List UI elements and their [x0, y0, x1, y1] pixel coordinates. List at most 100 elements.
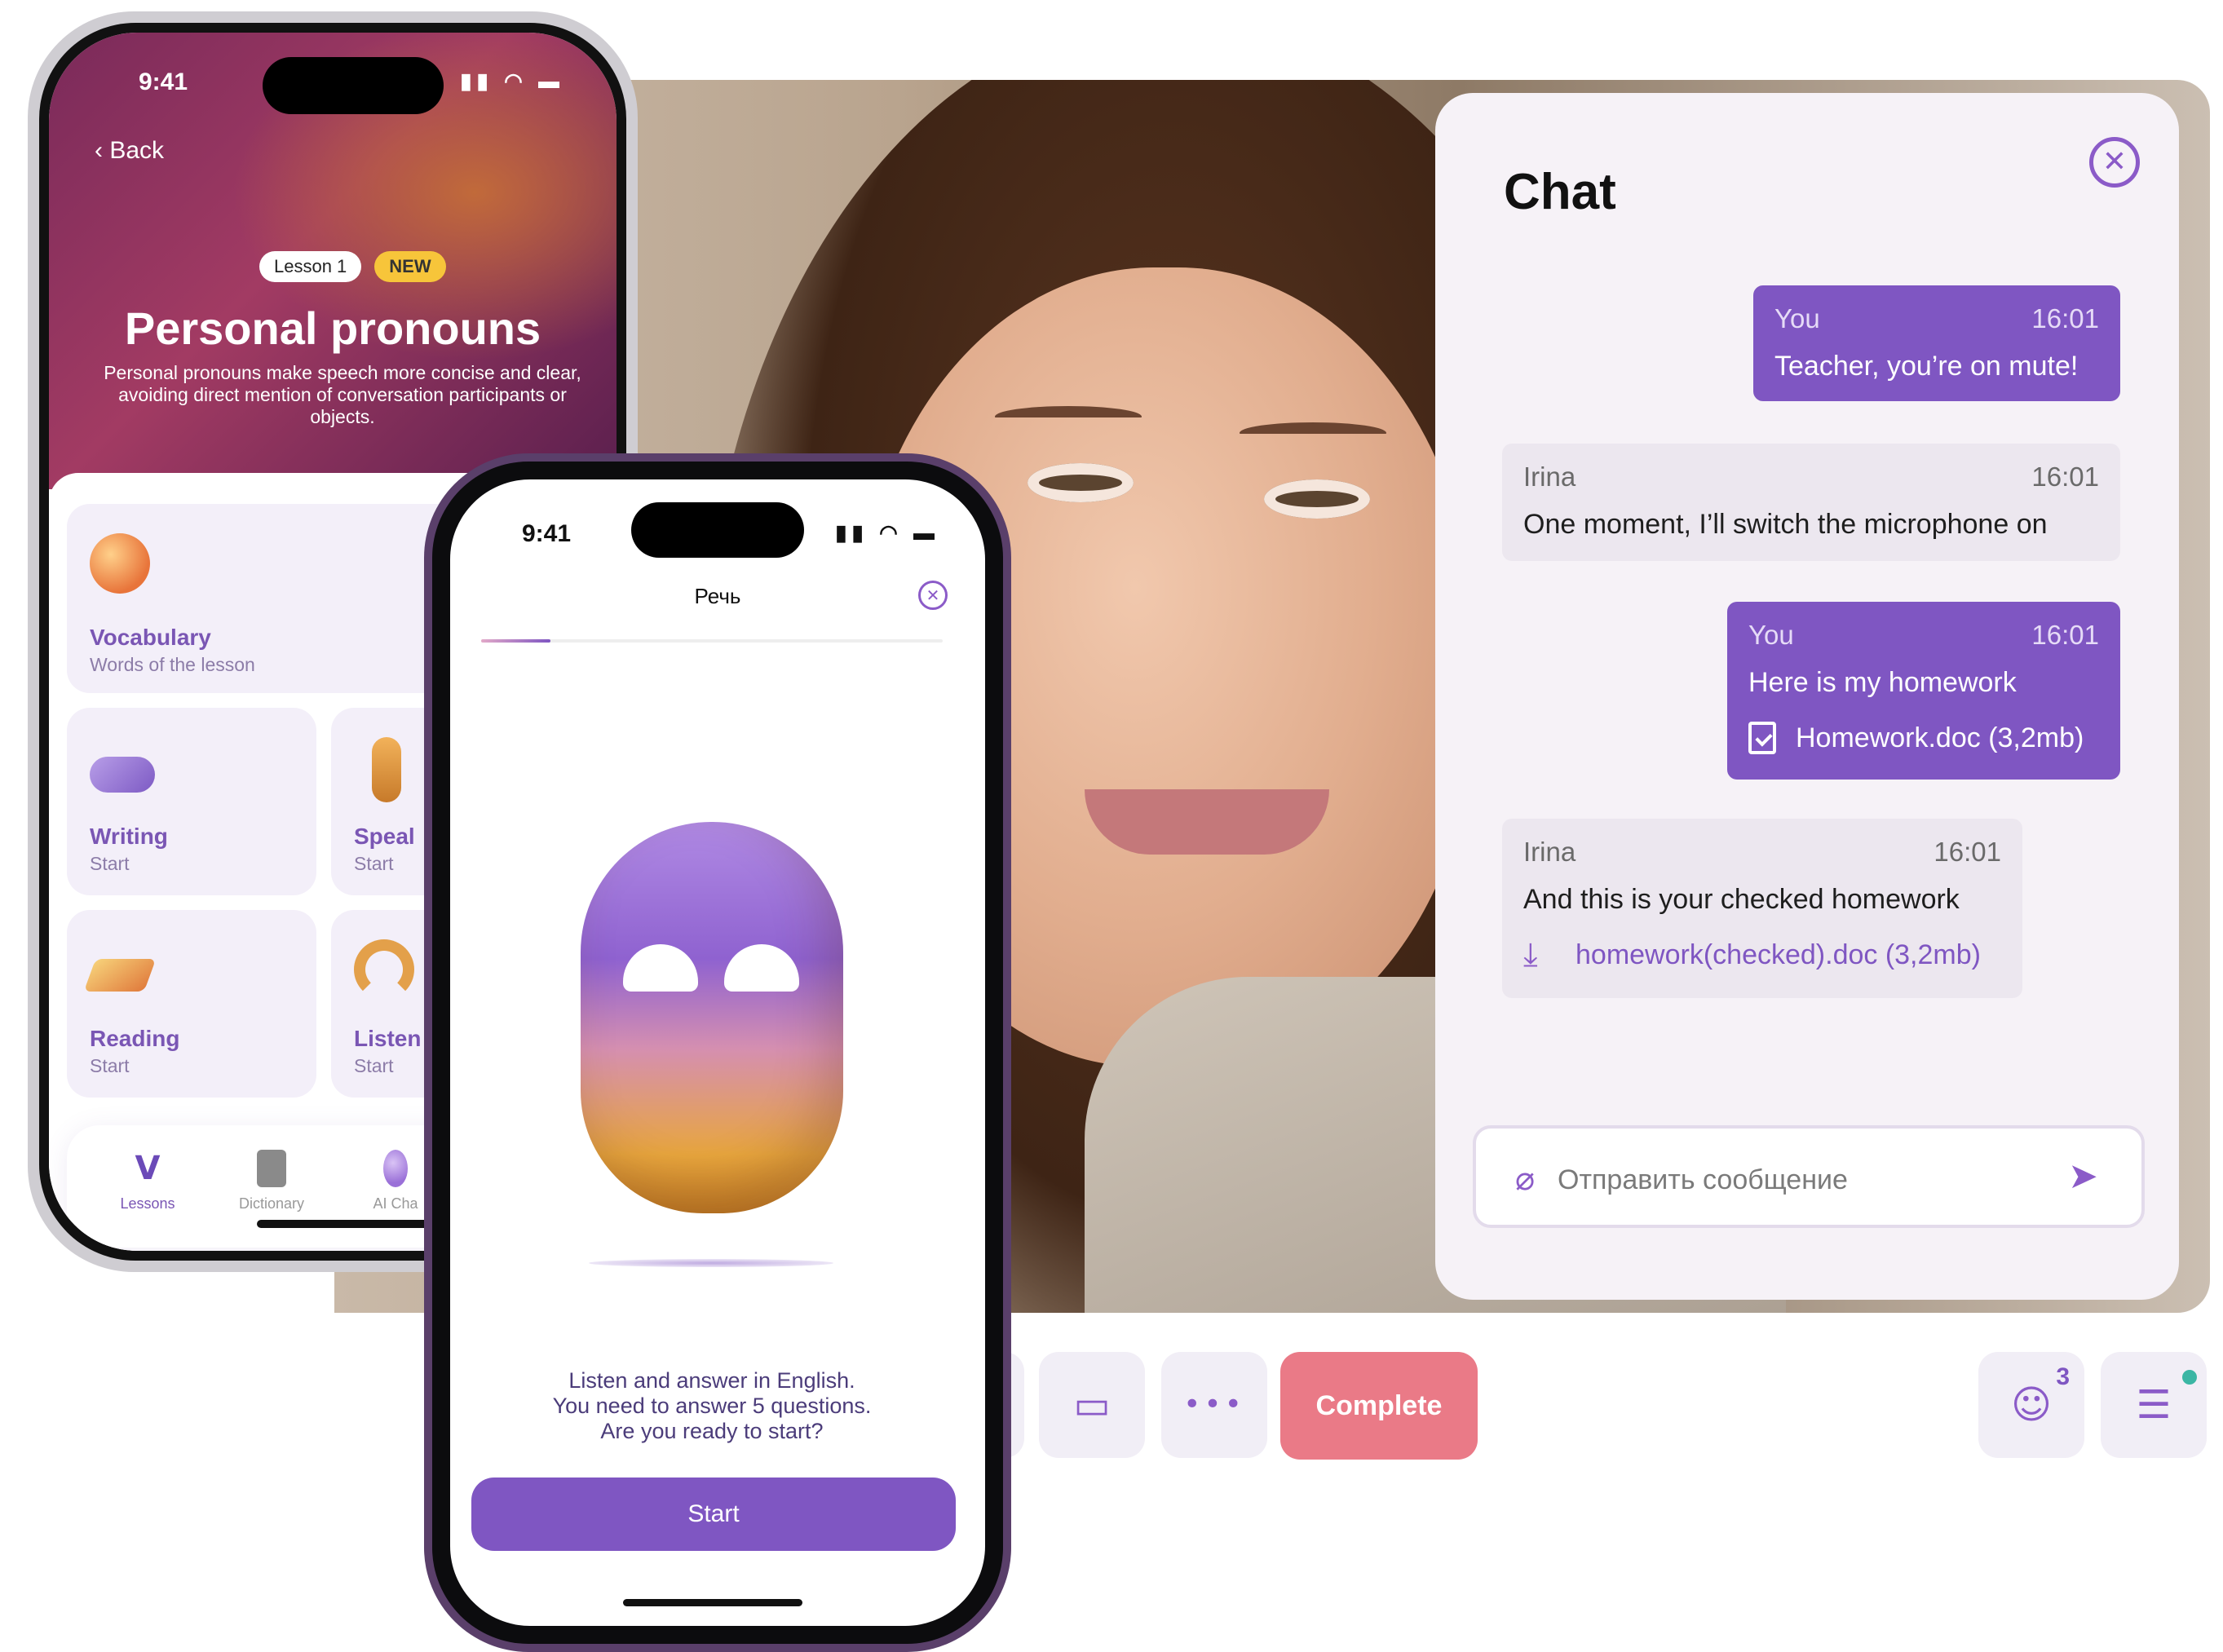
home-indicator	[257, 1220, 436, 1228]
instruction-line: You need to answer 5 questions.	[552, 1394, 872, 1418]
new-badge: NEW	[374, 251, 446, 282]
message-composer: ⌀ ➤	[1473, 1125, 2145, 1228]
message-author: You	[1748, 620, 1794, 650]
paperclip-icon[interactable]: ⌀	[1515, 1163, 1545, 1195]
instructions: Listen and answer in English. You need t…	[466, 1368, 957, 1444]
message-text: Here is my homework	[1748, 667, 2017, 698]
mascot-shadow	[589, 1259, 833, 1267]
back-label: Back	[109, 137, 165, 164]
dictionary-icon	[257, 1150, 286, 1187]
file-name: homework(checked).doc (3,2mb)	[1576, 939, 1981, 970]
card-subtitle: Start	[90, 853, 130, 874]
signal-wifi-battery-icon: ▮▮ ◠ ▬	[835, 520, 939, 545]
mascot-eye-right	[724, 944, 799, 992]
more-button[interactable]: •••	[1161, 1352, 1267, 1458]
unread-dot	[2182, 1370, 2197, 1385]
screen-share-icon: ▭	[1073, 1382, 1111, 1428]
card-title: Listen	[354, 1026, 422, 1051]
headphones-icon	[354, 939, 414, 1000]
nav-label: Dictionary	[238, 1195, 305, 1212]
lessons-icon: V	[135, 1150, 161, 1187]
message-head: Irina 16:01	[1523, 837, 2001, 868]
ai-chat-icon	[383, 1150, 408, 1187]
home-indicator	[623, 1599, 802, 1606]
status-time: 9:41	[522, 520, 572, 547]
brow-left	[995, 406, 1142, 427]
status-time: 9:41	[139, 68, 188, 95]
message-text: And this is your checked homework	[1523, 884, 1960, 915]
chat-toggle-button[interactable]: ☰	[2101, 1352, 2207, 1458]
message-head: You 16:01	[1774, 303, 2099, 334]
card-title: Speal	[354, 824, 415, 849]
gamepad-icon	[90, 757, 155, 793]
mascot-eye-left	[623, 944, 698, 992]
nav-lessons[interactable]: V Lessons	[95, 1150, 201, 1212]
lesson-description: Personal pronouns make speech more conci…	[104, 362, 581, 427]
participants-icon: ☺	[2010, 1382, 2053, 1428]
message-time: 16:01	[2031, 462, 2099, 492]
file-download-link[interactable]: ⤓ homework(checked).doc (3,2mb)	[1523, 939, 2001, 971]
stage: Chat ✕ You 16:01 Teacher, you’re on mute…	[0, 0, 2223, 1652]
card-title: Vocabulary	[90, 625, 211, 650]
smile	[1085, 789, 1329, 855]
card-title: Writing	[90, 824, 168, 849]
chat-message: Irina 16:01 And this is your checked hom…	[1502, 819, 2022, 998]
message-head: Irina 16:01	[1523, 462, 2099, 493]
message-time: 16:01	[2031, 620, 2099, 650]
dynamic-island	[631, 502, 804, 558]
chat-message: Irina 16:01 One moment, I’ll switch the …	[1502, 444, 2120, 561]
chat-message: You 16:01 Teacher, you’re on mute!	[1753, 285, 2120, 401]
instruction-line: Listen and answer in English.	[568, 1368, 855, 1393]
chevron-left-icon: ‹	[95, 137, 110, 164]
screen-title: Речь	[694, 584, 741, 608]
card-subtitle: Start	[354, 853, 394, 874]
send-icon[interactable]: ➤	[2068, 1156, 2109, 1197]
instruction-line: Are you ready to start?	[600, 1419, 824, 1443]
mascot-avatar	[581, 822, 843, 1213]
message-head: You 16:01	[1748, 620, 2099, 651]
chat-message: You 16:01 Here is my homework Homework.d…	[1727, 602, 2120, 780]
chat-title: Chat	[1504, 164, 1616, 220]
start-button[interactable]: Start	[471, 1478, 956, 1551]
nav-label: Lessons	[120, 1195, 175, 1212]
complete-button[interactable]: Complete	[1280, 1352, 1478, 1460]
card-subtitle: Start	[90, 1055, 130, 1076]
phone-screen: 9:41 ▮▮ ◠ ▬ Речь ✕ Listen and answer in …	[450, 479, 985, 1626]
eye-left	[1028, 463, 1134, 502]
card-title: Reading	[90, 1026, 180, 1051]
book-icon	[83, 959, 157, 992]
writing-card[interactable]: Writing Start	[67, 708, 316, 895]
screen-share-button[interactable]: ▭	[1039, 1352, 1145, 1458]
microphone-icon	[372, 737, 401, 802]
close-circle-icon[interactable]: ✕	[2089, 137, 2140, 188]
close-circle-icon[interactable]: ✕	[918, 581, 948, 610]
message-input[interactable]	[1558, 1159, 2047, 1200]
message-author: Irina	[1523, 837, 1576, 867]
participants-count: 3	[2056, 1363, 2070, 1390]
eye-right	[1264, 479, 1370, 519]
lesson-number-badge: Lesson 1	[259, 251, 362, 282]
brow-right	[1240, 422, 1386, 444]
message-text: Teacher, you’re on mute!	[1774, 351, 2079, 382]
phone-speech: 9:41 ▮▮ ◠ ▬ Речь ✕ Listen and answer in …	[424, 453, 1011, 1652]
more-icon: •••	[1183, 1388, 1245, 1421]
message-text: One moment, I’ll switch the microphone o…	[1523, 509, 2048, 540]
nav-dictionary[interactable]: Dictionary	[219, 1150, 325, 1212]
message-time: 16:01	[1934, 837, 2001, 867]
ball-icon	[90, 533, 150, 594]
download-icon: ⤓	[1523, 937, 1538, 973]
nav-label: AI Cha	[373, 1195, 418, 1212]
dynamic-island	[263, 57, 444, 114]
message-author: Irina	[1523, 462, 1576, 492]
reading-card[interactable]: Reading Start	[67, 910, 316, 1098]
progress-bar	[481, 639, 943, 643]
progress-fill	[481, 639, 550, 643]
chat-icon: ☰	[2136, 1382, 2172, 1428]
lesson-title: Personal pronouns	[124, 303, 541, 354]
card-subtitle: Words of the lesson	[90, 654, 255, 675]
file-attachment[interactable]: Homework.doc (3,2mb)	[1748, 722, 2099, 754]
phone-bezel: 9:41 ▮▮ ◠ ▬ Речь ✕ Listen and answer in …	[432, 462, 1003, 1644]
document-check-icon	[1748, 722, 1776, 754]
participants-button[interactable]: ☺ 3	[1978, 1352, 2084, 1458]
back-button[interactable]: ‹ Back	[95, 137, 164, 165]
